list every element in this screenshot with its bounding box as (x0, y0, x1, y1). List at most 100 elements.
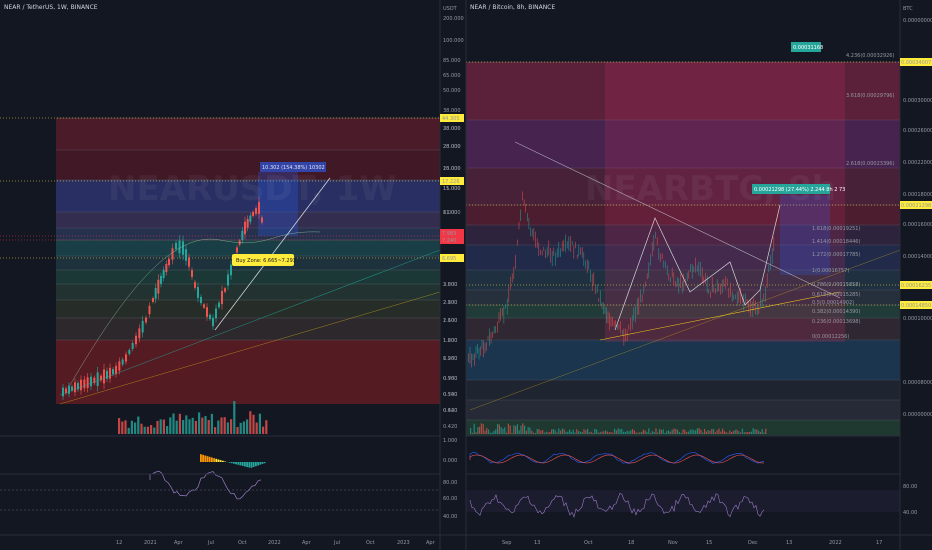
right-volume-bar (743, 432, 745, 434)
left-price-tick: 0.420 (443, 424, 457, 430)
right-fib-label: 1.618(0.00019251) (812, 226, 860, 232)
left-candle (246, 218, 249, 228)
left-macd-bar (224, 461, 226, 462)
right-fib-band (466, 400, 900, 420)
right-btc-axis[interactable]: BTC0.000000000.000320000.000300000.00026… (903, 6, 932, 418)
right-usdt-tick: 1.200 (443, 338, 457, 344)
left-time-tick: Jul (333, 540, 340, 546)
right-volume-bar (572, 429, 574, 434)
right-volume-bar (635, 432, 637, 434)
right-volume-bar (479, 426, 481, 434)
right-volume-bar (531, 430, 533, 434)
left-fib-band (56, 118, 440, 150)
right-volume-bar (747, 431, 749, 434)
right-volume-bar (642, 429, 644, 434)
left-candle (115, 365, 117, 375)
right-volume-bar (549, 431, 551, 434)
left-volume-bar (226, 422, 229, 434)
right-top-label[interactable]: 0.00031168 (791, 42, 823, 52)
right-volume-bar (507, 423, 509, 434)
right-volume-bar (749, 432, 751, 434)
left-candle (74, 382, 76, 393)
left-time-tick: Apr (302, 540, 312, 546)
right-fib-band (466, 340, 900, 380)
left-candle (125, 354, 127, 362)
left-fib-band (56, 228, 440, 240)
right-volume-bar (608, 432, 610, 434)
right-volume-bar (615, 430, 617, 434)
left-candle (194, 282, 196, 288)
right-volume-bar (561, 428, 563, 434)
left-volume-bar (146, 426, 149, 434)
right-volume-bar (626, 430, 628, 434)
left-macd-bar (213, 458, 215, 462)
left-target-label[interactable]: 10.302 (154.38%) 10302 (260, 162, 326, 172)
left-candle (241, 230, 244, 240)
right-volume-bar (574, 432, 576, 434)
right-fib-label: 2.618(0.00023396) (846, 161, 894, 167)
right-fib-label: 0.382(0.00014390) (812, 309, 860, 315)
left-candle (203, 304, 205, 308)
right-rsi-tick: 40.00 (443, 514, 457, 520)
right-volume-bar (707, 429, 709, 434)
right-volume-bar (758, 430, 760, 434)
right-volume-bar (630, 430, 632, 434)
right-volume-bar (718, 428, 720, 434)
right-volume-bar (504, 427, 506, 434)
buy-zone-label[interactable]: Buy Zone: 6.665~7.293 (232, 254, 296, 266)
left-candle (215, 308, 217, 319)
right-usdt-axis[interactable]: USDT 200.000 100.000 85.000 65.000 50.000 38.0… (443, 6, 464, 414)
left-time-tick: 2023 (397, 540, 410, 546)
right-volume-bar (738, 431, 740, 434)
left-volume-bar (169, 417, 172, 434)
right-price-tags: 0.00034007 0.00021298 0.00016235 0.00014850 (900, 58, 932, 309)
right-volume-bar (632, 429, 634, 434)
right-volume-bar (720, 431, 722, 434)
right-time-tick: 18 (628, 540, 634, 546)
right-volume-bar (648, 428, 650, 434)
left-macd-bar (200, 454, 202, 462)
left-candle (112, 369, 114, 375)
left-time-tick: 2021 (144, 540, 157, 546)
right-volume-bar (614, 428, 616, 434)
right-rsi-axis-tick: 80.00 (903, 484, 917, 490)
right-time-axis[interactable]: Sep 13 Oct 18 Nov 15 Dec 13 2022 17 (502, 540, 882, 546)
right-volume-bar (752, 428, 754, 434)
left-candle (188, 257, 190, 267)
right-price-tag-text: 0.00021298 (901, 203, 931, 209)
left-candle (178, 240, 181, 254)
left-candle (200, 296, 202, 304)
left-candle (171, 248, 174, 260)
left-volume-bar (156, 420, 159, 434)
left-volume-bar (194, 420, 197, 434)
left-price-axis[interactable]: 44.30538.00028.00020.00015.00011.0008.00… (443, 116, 461, 430)
left-candle (206, 307, 208, 317)
right-fib-label: 1.272(0.00017785) (812, 252, 860, 258)
right-fib-label: 4.236(0.00032926) (846, 53, 894, 59)
right-volume-bar (759, 432, 761, 434)
right-volume-bar (680, 432, 682, 434)
right-volume-bar (689, 429, 691, 434)
left-volume-bar (185, 415, 188, 434)
right-btc-tick: BTC (903, 6, 913, 12)
right-volume-bar (525, 430, 527, 434)
right-volume-bar (470, 427, 472, 434)
right-volume-bar (610, 432, 612, 434)
left-candle (162, 269, 165, 279)
left-macd-bar (230, 462, 233, 464)
left-time-axis[interactable]: 12 2021 Apr Jul Oct 2022 Apr Jul Oct 2023 Apr (116, 540, 436, 546)
right-usdt-tick: 0.960 (443, 356, 457, 362)
left-macd-bar (228, 462, 231, 463)
right-volume-bar (579, 431, 581, 434)
right-volume-bar (682, 429, 684, 434)
right-volume-bar (624, 431, 626, 434)
right-usdt-tick: 85.000 (443, 58, 461, 64)
right-volume-bar (761, 429, 763, 434)
left-volume-bar (255, 422, 258, 434)
left-price-tag-text: 17.226 (442, 179, 460, 185)
right-btc-tick: 0.00016000 (903, 222, 932, 228)
right-volume-bar (491, 432, 493, 434)
left-candle (83, 379, 86, 389)
right-btc-tick: 0.00000000 (903, 412, 932, 418)
left-candle (68, 385, 70, 394)
